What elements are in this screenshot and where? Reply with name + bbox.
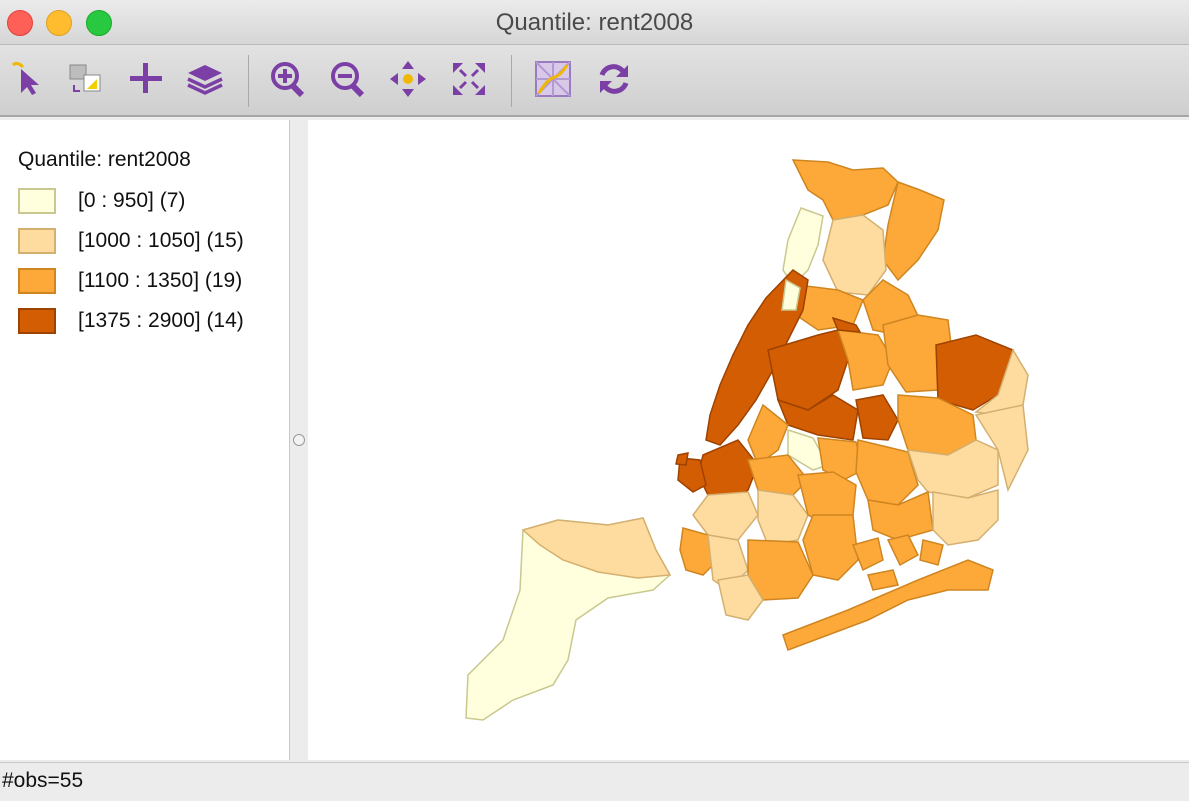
map-region [855, 394, 899, 441]
map-region [675, 452, 689, 466]
legend-swatch [18, 308, 56, 334]
zoom-out-icon[interactable] [328, 59, 368, 99]
add-icon[interactable] [126, 59, 166, 99]
map-region [919, 539, 944, 566]
legend-swatch [18, 228, 56, 254]
fit-extent-icon[interactable] [449, 59, 489, 99]
legend-swatch [18, 188, 56, 214]
toolbar-separator [511, 55, 512, 107]
toolbar [0, 45, 1189, 117]
zoom-in-icon[interactable] [268, 59, 308, 99]
legend-label: [1375 : 2900] (14) [78, 309, 244, 332]
legend-panel: Quantile: rent2008 [0 : 950] (7) [1000 :… [0, 120, 290, 760]
choropleth-map[interactable] [308, 120, 1189, 760]
layers-icon[interactable] [185, 59, 225, 99]
map-region [802, 514, 859, 581]
map-region [867, 569, 899, 591]
legend-swatch [18, 268, 56, 294]
title-bar: Quantile: rent2008 [0, 0, 1189, 45]
splitter-handle[interactable] [293, 434, 305, 446]
selection-shape-icon[interactable] [66, 59, 106, 99]
legend-label: [1100 : 1350] (19) [78, 269, 243, 292]
pan-icon[interactable] [388, 59, 428, 99]
legend-title: Quantile: rent2008 [18, 148, 191, 171]
map-region [851, 537, 884, 572]
map-region [886, 534, 919, 567]
map-region [932, 489, 999, 546]
select-tool-icon[interactable] [7, 59, 47, 99]
basemap-icon[interactable] [533, 59, 573, 99]
refresh-icon[interactable] [594, 59, 634, 99]
legend-label: [1000 : 1050] (15) [78, 229, 244, 252]
legend-label: [0 : 950] (7) [78, 189, 186, 212]
map-region [757, 489, 809, 546]
status-bar: #obs=55 [0, 762, 1189, 801]
map-region [822, 214, 887, 296]
toolbar-separator [248, 55, 249, 107]
map-canvas[interactable] [308, 120, 1189, 760]
window-title: Quantile: rent2008 [495, 9, 694, 36]
panel-splitter[interactable] [290, 120, 308, 760]
observation-count: #obs=55 [2, 769, 84, 792]
